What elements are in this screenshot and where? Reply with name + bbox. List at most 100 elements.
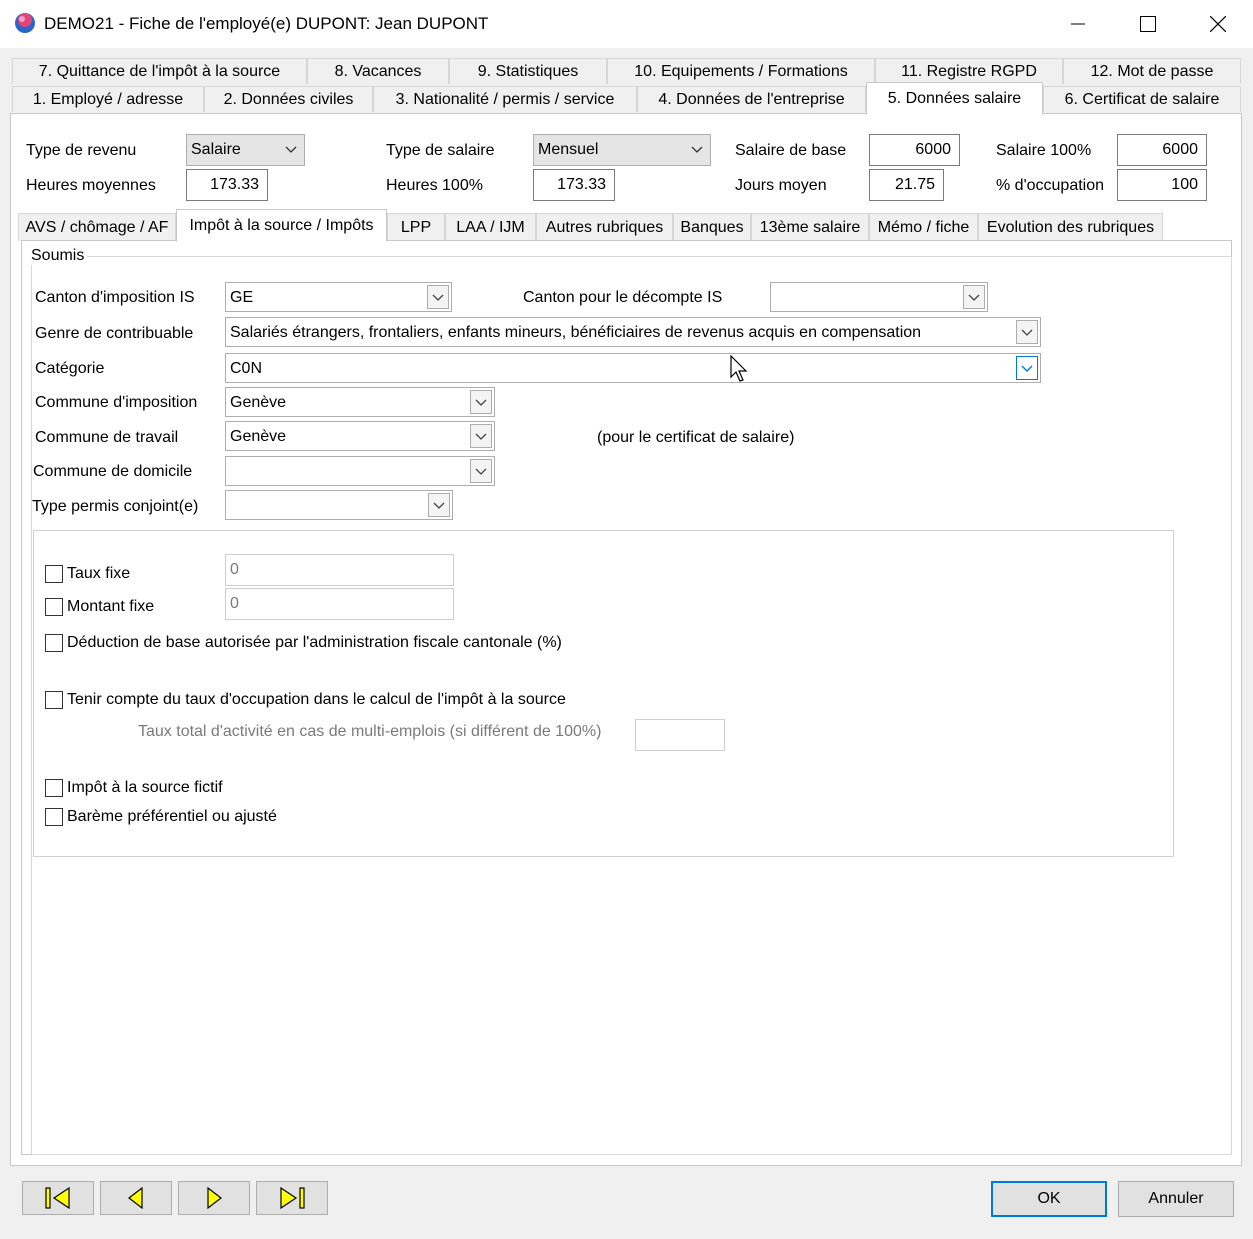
minimize-button[interactable] [1043,0,1113,48]
subtab-evolution-rubriques[interactable]: Evolution des rubriques [978,213,1163,241]
ok-button[interactable]: OK [991,1181,1107,1217]
salaire-100-field[interactable]: 6000 [1117,134,1207,166]
salaire-base-field[interactable]: 6000 [869,134,960,166]
last-record-button[interactable] [256,1181,328,1215]
tab-label: 1. Employé / adresse [32,90,184,108]
dropdown-button[interactable] [470,459,492,483]
subtab-memo-fiche[interactable]: Mémo / fiche [869,213,978,241]
deduction-base-label: Déduction de base autorisée par l'admini… [67,634,562,651]
type-salaire-select[interactable]: Mensuel [533,134,711,166]
tab-label: 13ème salaire [759,218,861,236]
title-bar: DEMO21 - Fiche de l'employé(e) DUPONT: J… [0,0,1253,48]
categorie-select[interactable]: C0N [225,353,1041,383]
genre-contribuable-select[interactable]: Salariés étrangers, frontaliers, enfants… [225,317,1041,347]
montant-fixe-checkbox[interactable] [45,598,63,616]
bareme-label: Barème préférentiel ou ajusté [67,808,277,825]
commune-travail-note: (pour le certificat de salaire) [597,429,795,446]
subtab-laa-ijm[interactable]: LAA / IJM [445,213,536,241]
permis-conjoint-label: Type permis conjoint(e) [32,498,199,515]
taux-fixe-checkbox[interactable] [45,565,63,583]
dropdown-button[interactable] [470,424,492,448]
taux-fixe-field[interactable]: 0 [225,554,454,586]
type-revenu-value: Salaire [191,141,241,158]
chevron-down-icon [475,399,487,406]
maximize-button[interactable] [1113,0,1183,48]
subtab-avs-chomage[interactable]: AVS / chômage / AF [18,213,176,241]
genre-contribuable-label: Genre de contribuable [35,325,194,342]
dropdown-button[interactable] [427,285,449,309]
canton-is-value: GE [230,289,254,306]
tab-quittance-impot[interactable]: 7. Quittance de l'impôt à la source [12,58,307,84]
type-revenu-select[interactable]: Salaire [186,134,305,166]
dropdown-button[interactable] [1016,356,1038,380]
impot-fictif-checkbox[interactable] [45,779,63,797]
tenir-compte-label: Tenir compte du taux d'occupation dans l… [67,691,566,708]
tab-statistiques[interactable]: 9. Statistiques [449,58,607,84]
canton-decompte-select[interactable] [770,282,988,312]
canton-is-select[interactable]: GE [225,282,452,312]
impot-fictif-label: Impôt à la source fictif [67,779,223,796]
permis-conjoint-select[interactable] [225,490,453,520]
tab-vacances[interactable]: 8. Vacances [307,58,449,84]
dropdown-button[interactable] [470,390,492,414]
tab-label: 7. Quittance de l'impôt à la source [38,62,281,80]
cancel-button[interactable]: Annuler [1118,1181,1234,1217]
tab-label: 2. Données civiles [223,90,354,108]
chevron-down-icon [433,502,445,509]
genre-contribuable-value: Salariés étrangers, frontaliers, enfants… [230,324,922,341]
montant-fixe-field[interactable]: 0 [225,588,454,620]
taux-total-field[interactable] [635,719,725,751]
tab-label: 4. Données de l'entreprise [658,90,845,108]
commune-domicile-select[interactable] [225,456,495,486]
next-record-button[interactable] [178,1181,250,1215]
tab-certificat-salaire[interactable]: 6. Certificat de salaire [1043,86,1241,112]
previous-record-button[interactable] [100,1181,172,1215]
subtab-autres-rubriques[interactable]: Autres rubriques [536,213,673,241]
tab-nationalite-permis[interactable]: 3. Nationalité / permis / service [373,86,637,112]
dropdown-button[interactable] [428,493,450,517]
tab-mot-de-passe[interactable]: 12. Mot de passe [1063,58,1241,84]
tab-equipements-formations[interactable]: 10. Equipements / Formations [607,58,875,84]
first-record-button[interactable] [22,1181,94,1215]
tab-registre-rgpd[interactable]: 11. Registre RGPD [875,58,1063,84]
categorie-value: C0N [230,360,263,377]
last-record-icon [280,1187,305,1209]
tab-employe-adresse[interactable]: 1. Employé / adresse [12,86,204,112]
heures-100-field[interactable]: 173.33 [533,169,615,201]
commune-travail-label: Commune de travail [35,429,179,446]
heures-moyennes-label: Heures moyennes [26,177,156,194]
tab-label: Evolution des rubriques [986,218,1155,236]
tab-label: 10. Equipements / Formations [634,62,848,80]
tab-label: 11. Registre RGPD [901,62,1037,80]
deduction-base-checkbox[interactable] [45,634,63,652]
commune-imposition-value: Genève [230,394,287,411]
previous-record-icon [128,1187,143,1209]
bareme-checkbox[interactable] [45,808,63,826]
canton-decompte-label: Canton pour le décompte IS [523,289,723,306]
tab-label: LAA / IJM [456,218,525,236]
commune-travail-select[interactable]: Genève [225,421,495,451]
jours-moyen-field[interactable]: 21.75 [869,169,944,201]
occupation-field[interactable]: 100 [1117,169,1207,201]
subtab-lpp[interactable]: LPP [387,213,445,241]
dropdown-button[interactable] [1016,320,1038,344]
jours-moyen-label: Jours moyen [735,177,827,194]
tab-label: Mémo / fiche [877,218,970,236]
subtab-banques[interactable]: Banques [673,213,751,241]
dropdown-button[interactable] [963,285,985,309]
commune-imposition-select[interactable]: Genève [225,387,495,417]
tab-donnees-civiles[interactable]: 2. Données civiles [204,86,373,112]
subtab-13eme-salaire[interactable]: 13ème salaire [751,213,869,241]
tab-label: 5. Données salaire [887,89,1022,107]
heures-moyennes-field[interactable]: 173.33 [186,169,268,201]
tenir-compte-checkbox[interactable] [45,691,63,709]
occupation-label: % d'occupation [996,177,1105,194]
chevron-down-icon [432,294,444,301]
first-record-icon [45,1187,70,1209]
subtab-impot-source[interactable]: Impôt à la source / Impôts [176,209,387,242]
tab-label: 3. Nationalité / permis / service [395,90,615,108]
close-button[interactable] [1183,0,1253,48]
tab-donnees-salaire[interactable]: 5. Données salaire [866,82,1043,115]
window-title: DEMO21 - Fiche de l'employé(e) DUPONT: J… [44,14,489,33]
tab-donnees-entreprise[interactable]: 4. Données de l'entreprise [637,86,866,112]
